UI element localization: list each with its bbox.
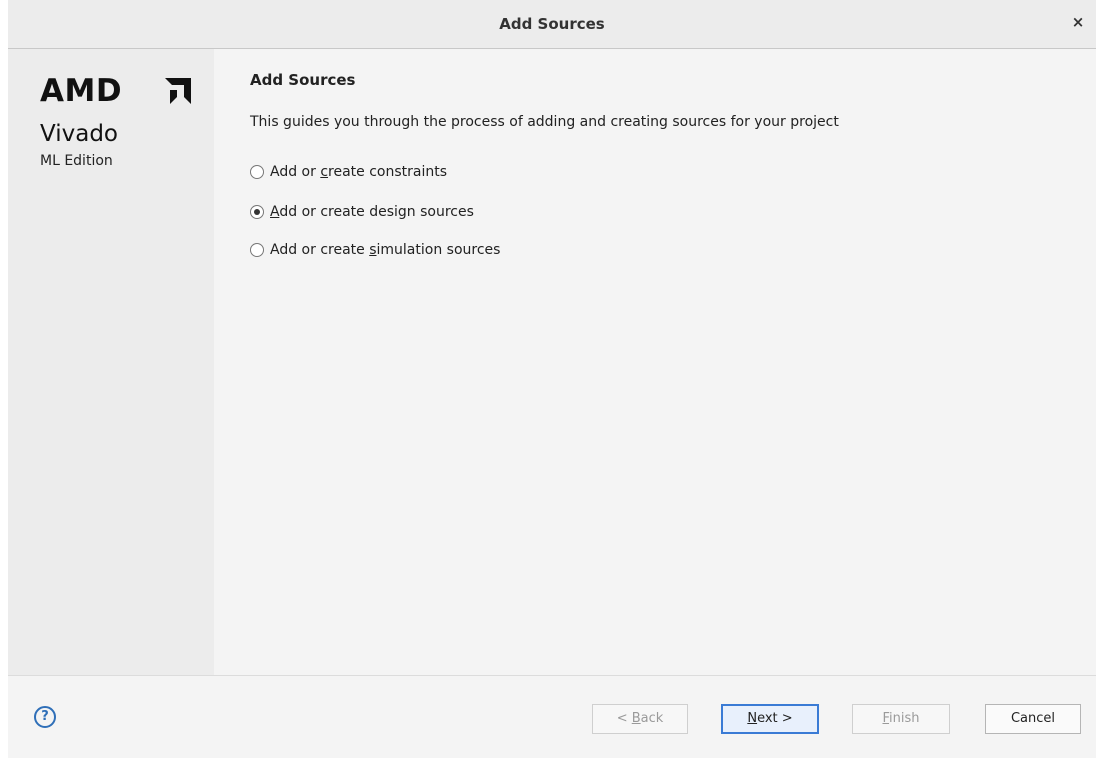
mnemonic-letter: B <box>631 711 641 726</box>
option-label: Add or create design sources <box>270 204 474 220</box>
label-part: reate constraints <box>328 164 448 180</box>
option-label: Add or create constraints <box>270 164 447 180</box>
back-button[interactable]: < Back <box>592 704 688 734</box>
page-heading: Add Sources <box>250 71 356 89</box>
label-part: inish <box>889 711 920 726</box>
label-part: Add or create <box>270 242 370 258</box>
close-button[interactable]: × <box>1068 12 1088 32</box>
option-design-sources[interactable]: Add or create design sources <box>250 202 474 222</box>
option-label: Add or create simulation sources <box>270 242 500 258</box>
mnemonic-letter: A <box>270 204 280 220</box>
vivado-logo-text: Vivado <box>40 121 118 147</box>
add-sources-dialog: Add Sources × AMD Vivado ML Edition Add … <box>8 0 1096 758</box>
next-button[interactable]: Next > <box>721 704 819 734</box>
help-icon[interactable]: ? <box>34 706 56 728</box>
main-content: Add Sources This guides you through the … <box>214 49 1096 675</box>
label-part: Add or <box>270 164 321 180</box>
dialog-footer: ? < Back Next > Finish Cancel <box>8 675 1096 758</box>
cancel-button[interactable]: Cancel <box>985 704 1081 734</box>
edition-label: ML Edition <box>40 153 113 169</box>
mnemonic-letter: N <box>747 711 758 726</box>
option-constraints[interactable]: Add or create constraints <box>250 162 447 182</box>
sidebar-branding: AMD Vivado ML Edition <box>8 49 214 675</box>
finish-button[interactable]: Finish <box>852 704 950 734</box>
dialog-title: Add Sources <box>499 15 605 33</box>
option-simulation-sources[interactable]: Add or create simulation sources <box>250 240 500 260</box>
radio-constraints[interactable] <box>250 165 264 179</box>
title-bar: Add Sources × <box>8 0 1096 49</box>
label-part: imulation sources <box>376 242 501 258</box>
page-description: This guides you through the process of a… <box>250 114 839 130</box>
label-part: dd or create design sources <box>279 204 474 220</box>
amd-logo-text: AMD <box>40 73 123 109</box>
mnemonic-letter: c <box>320 164 329 180</box>
radio-design-sources[interactable] <box>250 205 264 219</box>
radio-simulation-sources[interactable] <box>250 243 264 257</box>
label-part: ack <box>640 711 664 726</box>
mnemonic-letter: s <box>369 242 377 258</box>
amd-arrow-logo-icon <box>165 78 191 104</box>
label-part: < <box>616 711 632 726</box>
label-part: ext > <box>757 711 793 726</box>
